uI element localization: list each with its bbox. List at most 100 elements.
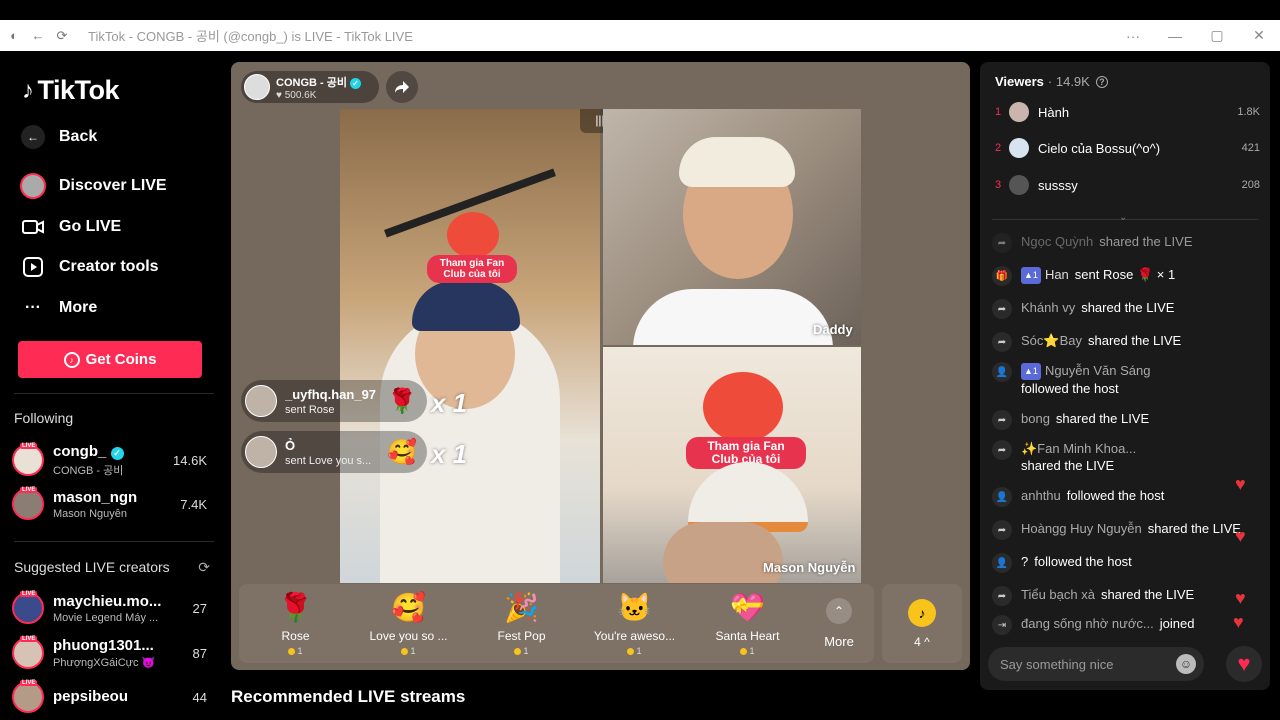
avatar xyxy=(1009,102,1029,122)
top-viewer[interactable]: 1 Hành 1.8K xyxy=(995,99,1260,125)
get-coins-button[interactable]: ♪ Get Coins xyxy=(18,341,202,378)
floating-heart-icon: ♥ xyxy=(1235,474,1246,494)
gift-santa-heart[interactable]: 💝 Santa Heart 1 xyxy=(691,591,804,656)
maximize-button[interactable]: ▢ xyxy=(1196,27,1238,44)
chat-user[interactable]: đang sống nhờ nước... xyxy=(1021,616,1154,631)
info-icon[interactable]: ? xyxy=(1095,75,1108,88)
recommended-title: Recommended LIVE streams xyxy=(231,687,466,706)
chat-text: shared the LIVE xyxy=(1021,458,1115,473)
more-options-icon[interactable]: ··· xyxy=(1112,28,1154,44)
account-name: mason_ngn xyxy=(53,488,138,506)
nav-go-live[interactable]: Go LIVE xyxy=(20,214,121,240)
avatar-icon xyxy=(20,173,46,199)
chat-text: shared the LIVE xyxy=(1099,234,1193,249)
chat-text: shared the LIVE xyxy=(1100,587,1195,602)
back-button[interactable]: ← Back xyxy=(20,124,97,150)
follow-icon: 👤 xyxy=(992,362,1012,382)
gift-fest-pop[interactable]: 🎉 Fest Pop 1 xyxy=(465,591,578,656)
chat-user[interactable]: Han xyxy=(1045,267,1069,282)
fan-club-badge[interactable]: Tham gia Fan Club của tôi xyxy=(427,255,517,283)
share-icon[interactable] xyxy=(386,71,418,103)
chat-user[interactable]: Tiểu bạch xà xyxy=(1021,587,1095,602)
refresh-icon[interactable]: ⟳ xyxy=(198,559,210,576)
level-badge: ▲1 xyxy=(1021,363,1041,380)
account-name: maychieu.mo... xyxy=(53,592,162,610)
chat-user[interactable]: Ngọc Quỳnh xyxy=(1021,234,1093,249)
price-value: 1 xyxy=(523,646,529,656)
top-viewer[interactable]: 3 susssy 208 xyxy=(995,172,1260,198)
account-name: pepsibeou xyxy=(53,687,129,705)
nav-label: Go LIVE xyxy=(59,218,122,235)
coin-icon xyxy=(514,647,522,655)
app-icon: ◐ xyxy=(10,28,18,43)
divider xyxy=(14,541,214,542)
following-account[interactable]: LIVE congb_ ✓ CONGB - 공비 14.6K xyxy=(12,440,207,480)
following-account[interactable]: LIVE mason_ngn Mason Nguyễn 7.4K xyxy=(12,484,207,524)
viewers-chat-panel: Viewers · 14.9K ? 1 Hành 1.8K 2 Cielo củ… xyxy=(980,62,1270,690)
minimize-button[interactable]: — xyxy=(1154,28,1196,44)
coin-icon xyxy=(288,647,296,655)
santa-heart-icon: 💝 xyxy=(730,592,765,623)
gift-notification: _uyfhq.han_97 sent Rose 🌹 xyxy=(241,380,427,422)
gift-rose[interactable]: 🌹 Rose 1 xyxy=(239,591,352,656)
gift-name: You're aweso... xyxy=(593,629,676,643)
chat-user[interactable]: ✨Fan Minh Khoa... xyxy=(1021,441,1136,456)
chat-text: shared the LIVE xyxy=(1088,333,1182,348)
account-name: phuong1301... xyxy=(53,637,154,654)
avatar xyxy=(245,385,277,417)
host-info[interactable]: CONGB - 공비 ✓ ♥ 500.6K xyxy=(241,71,379,103)
share-icon: ➦ xyxy=(992,332,1012,352)
back-label: Back xyxy=(59,128,98,145)
chat-user[interactable]: ? xyxy=(1021,554,1028,569)
avatar xyxy=(1009,138,1029,158)
nav-label: More xyxy=(59,299,98,316)
avatar: LIVE xyxy=(12,487,44,520)
gift-name: Rose xyxy=(281,629,310,643)
more-gifts-button[interactable]: ⌃ More xyxy=(804,598,874,649)
divider xyxy=(14,393,214,394)
suggested-account[interactable]: LIVE maychieu.mo... Movie Legend Máy ...… xyxy=(12,588,207,628)
avatar xyxy=(1009,175,1029,195)
suggested-account[interactable]: LIVE pepsibeou 44 xyxy=(12,677,207,717)
rank: 3 xyxy=(995,179,1002,191)
gift-love-you[interactable]: 🥰 Love you so ... 1 xyxy=(352,591,465,656)
main-video: Tham gia Fan Club của tôi xyxy=(340,109,600,583)
verified-icon: ✓ xyxy=(110,446,124,460)
share-icon: ➦ xyxy=(992,233,1012,253)
nav-creator-tools[interactable]: Creator tools xyxy=(20,254,159,280)
viewers-header[interactable]: Viewers · 14.9K ? xyxy=(995,74,1108,89)
join-icon: ⇥ xyxy=(992,615,1012,635)
chevron-down-icon[interactable]: ⌄ xyxy=(1119,212,1127,223)
gift-price: 1 xyxy=(288,646,303,656)
price-value: 1 xyxy=(410,646,416,656)
refresh-icon[interactable]: ⟳ xyxy=(50,24,74,48)
chat-user[interactable]: Khánh vy xyxy=(1021,300,1075,315)
like-heart-button[interactable]: ♥ xyxy=(1226,646,1262,682)
suggested-account[interactable]: LIVE phuong1301... PhượngXGáiCực 😈 87 xyxy=(12,633,207,673)
chat-message: 🎁 ▲1 Han sent Rose 🌹 × 1 xyxy=(992,266,1262,286)
tiktok-logo[interactable]: ♪ TikTok xyxy=(22,75,120,106)
rose-icon: 🌹 xyxy=(278,592,313,623)
chat-user[interactable]: Nguyễn Văn Sáng xyxy=(1045,363,1151,378)
viewer-count: 44 xyxy=(192,689,207,705)
nav-more[interactable]: ··· More xyxy=(20,295,97,321)
avatar xyxy=(245,436,277,468)
back-arrow-icon[interactable]: ← xyxy=(26,24,50,48)
chat-message: ➦ Hoàngg Huy Nguyễn shared the LIVE xyxy=(992,520,1262,540)
nav-discover-live[interactable]: Discover LIVE xyxy=(20,173,167,199)
coin-balance-button[interactable]: ♪ 4 ^ xyxy=(882,584,962,663)
top-viewer[interactable]: 2 Cielo của Bossu(^o^) 421 xyxy=(995,135,1260,161)
chat-user[interactable]: bong xyxy=(1021,411,1050,426)
chat-input[interactable]: Say something nice ☺ xyxy=(988,647,1204,681)
gift-youre-awesome[interactable]: 🐱 You're aweso... 1 xyxy=(578,591,691,656)
level-value: 1 xyxy=(1032,270,1038,280)
chat-placeholder: Say something nice xyxy=(1000,656,1114,672)
chat-user[interactable]: anhthu xyxy=(1021,488,1061,503)
chat-text: shared the LIVE xyxy=(1055,411,1150,426)
close-button[interactable]: ✕ xyxy=(1238,27,1280,44)
chat-text: followed the host xyxy=(1066,488,1165,503)
emoji-icon[interactable]: ☺ xyxy=(1176,654,1196,674)
chat-user[interactable]: Sóc⭐Bay xyxy=(1021,333,1082,348)
viewer-name: Cielo của Bossu(^o^) xyxy=(1038,140,1161,156)
chat-user[interactable]: Hoàngg Huy Nguyễn xyxy=(1021,521,1142,536)
